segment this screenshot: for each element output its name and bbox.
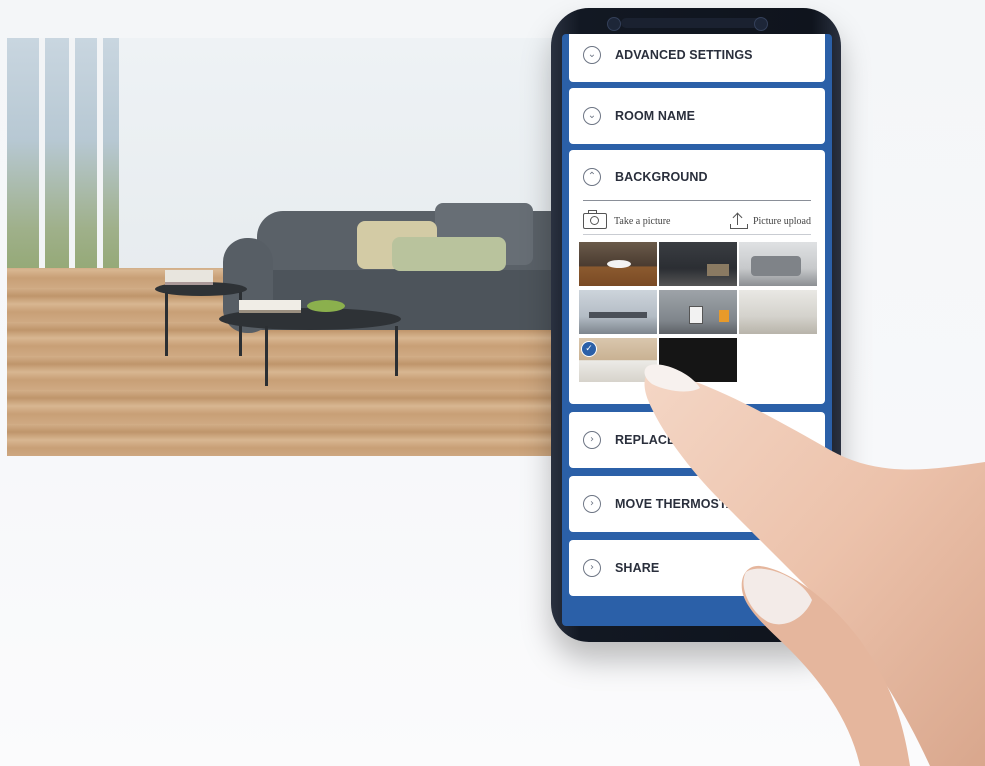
- divider: [583, 234, 811, 235]
- take-picture-label: Take a picture: [614, 215, 671, 227]
- pillow: [392, 237, 506, 271]
- table-leg: [165, 292, 168, 356]
- thumbnail-kitchen[interactable]: [659, 242, 737, 286]
- take-picture-button[interactable]: Take a picture: [583, 210, 671, 229]
- table-leg: [395, 326, 398, 376]
- selected-check-icon: ✓: [581, 341, 597, 357]
- thumbnail-bedroom[interactable]: ✓: [579, 338, 657, 382]
- chevron-right-icon: ›: [583, 431, 601, 449]
- menu-item-label: ROOM NAME: [615, 109, 696, 123]
- chevron-up-icon: ⌃: [583, 168, 601, 186]
- phone-screen: ⌄ ADVANCED SETTINGS ⌄ ROOM NAME ⌃ BACKGR…: [562, 34, 832, 626]
- thumbnail-living-room-grey[interactable]: [739, 242, 817, 286]
- books: [239, 300, 301, 313]
- thumbnail-office[interactable]: [579, 290, 657, 334]
- front-camera-icon: [607, 17, 621, 31]
- upload-icon: [729, 212, 748, 229]
- picture-upload-button[interactable]: Picture upload: [729, 212, 811, 229]
- books: [165, 270, 213, 285]
- background-header[interactable]: ⌃ BACKGROUND: [569, 150, 825, 204]
- smartphone: ⌄ ADVANCED SETTINGS ⌄ ROOM NAME ⌃ BACKGR…: [551, 8, 841, 642]
- window-frame: [39, 38, 45, 293]
- thumbnail-white-hallway[interactable]: [739, 290, 817, 334]
- room-name-item[interactable]: ⌄ ROOM NAME: [569, 88, 825, 144]
- picture-upload-label: Picture upload: [752, 215, 811, 227]
- fruit-bowl: [307, 300, 345, 312]
- chevron-right-icon: ›: [583, 559, 601, 577]
- menu-item-label: SHARE: [615, 561, 660, 575]
- background-thumbnails: ✓: [579, 242, 819, 392]
- phone-speaker: [621, 18, 761, 28]
- thumbnail-bathroom[interactable]: [579, 242, 657, 286]
- menu-item-label: REPLACE THE: [615, 433, 705, 447]
- background-item: ⌃ BACKGROUND Take a picture Picture uplo…: [569, 150, 825, 404]
- thumbnail-dark[interactable]: [659, 338, 737, 382]
- window-frame: [69, 38, 75, 293]
- window-frame: [97, 38, 103, 293]
- chevron-down-icon: ⌄: [583, 46, 601, 64]
- replace-thermostat-item[interactable]: › REPLACE THE: [569, 412, 825, 468]
- share-item[interactable]: › SHARE: [569, 540, 825, 596]
- menu-item-label: ADVANCED SETTINGS: [615, 48, 753, 62]
- thumbnail-thermostat-room[interactable]: [659, 290, 737, 334]
- divider: [583, 200, 811, 201]
- move-thermostat-item[interactable]: › MOVE THERMOSTAT: [569, 476, 825, 532]
- background-actions: Take a picture Picture upload: [583, 210, 811, 232]
- advanced-settings-item[interactable]: ⌄ ADVANCED SETTINGS: [569, 34, 825, 82]
- camera-icon: [583, 210, 607, 229]
- sensor-icon: [754, 17, 768, 31]
- table-leg: [265, 326, 268, 386]
- chevron-right-icon: ›: [583, 495, 601, 513]
- living-room-photo: [7, 38, 585, 456]
- chevron-down-icon: ⌄: [583, 107, 601, 125]
- menu-item-label: BACKGROUND: [615, 170, 708, 184]
- menu-item-label: MOVE THERMOSTAT: [615, 497, 742, 511]
